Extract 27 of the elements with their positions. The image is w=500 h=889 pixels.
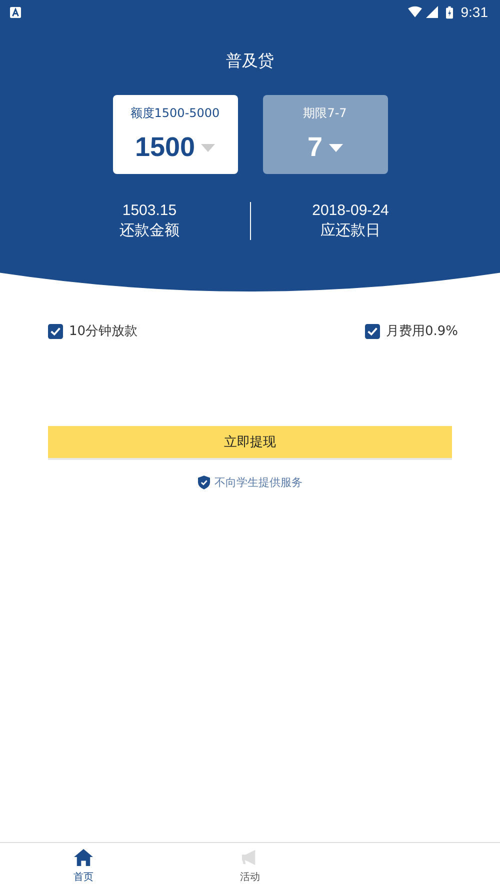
selector-card[interactable]: 额度1500-5000 1500 — [112, 95, 238, 174]
summary-label: 还款金额 — [120, 221, 180, 240]
status-time: 9:31 — [460, 4, 488, 20]
summary-label: 应还款日 — [320, 221, 380, 240]
wifi-icon — [408, 6, 422, 18]
caret-icon — [201, 144, 216, 152]
selector-value: 7 — [307, 132, 323, 163]
notice-text: 不向学生提供服务 — [214, 475, 302, 490]
selector-value: 1500 — [134, 132, 196, 163]
tab[interactable]: 首页 — [0, 843, 167, 889]
shield-icon — [198, 475, 210, 490]
selector-label: 期限7-7 — [303, 105, 347, 122]
home-icon — [74, 848, 93, 866]
app-title: 普及贷 — [226, 51, 274, 72]
summary-value: 1503.15 — [122, 202, 177, 219]
battery-icon — [446, 6, 453, 18]
caret-icon — [328, 144, 343, 152]
checkbox[interactable] — [48, 324, 63, 338]
signal-icon — [424, 6, 439, 18]
tab[interactable]: 活动 — [166, 843, 334, 889]
checkbox[interactable] — [364, 324, 380, 338]
notification-icon — [10, 6, 21, 18]
option-label: 月费用0.9% — [386, 323, 458, 340]
option-label: 10分钟放款 — [69, 323, 138, 340]
withdraw-button[interactable]: 立即提现 — [48, 426, 452, 460]
selector-label: 额度1500-5000 — [130, 105, 220, 122]
summary-value: 2018-09-24 — [312, 202, 389, 219]
